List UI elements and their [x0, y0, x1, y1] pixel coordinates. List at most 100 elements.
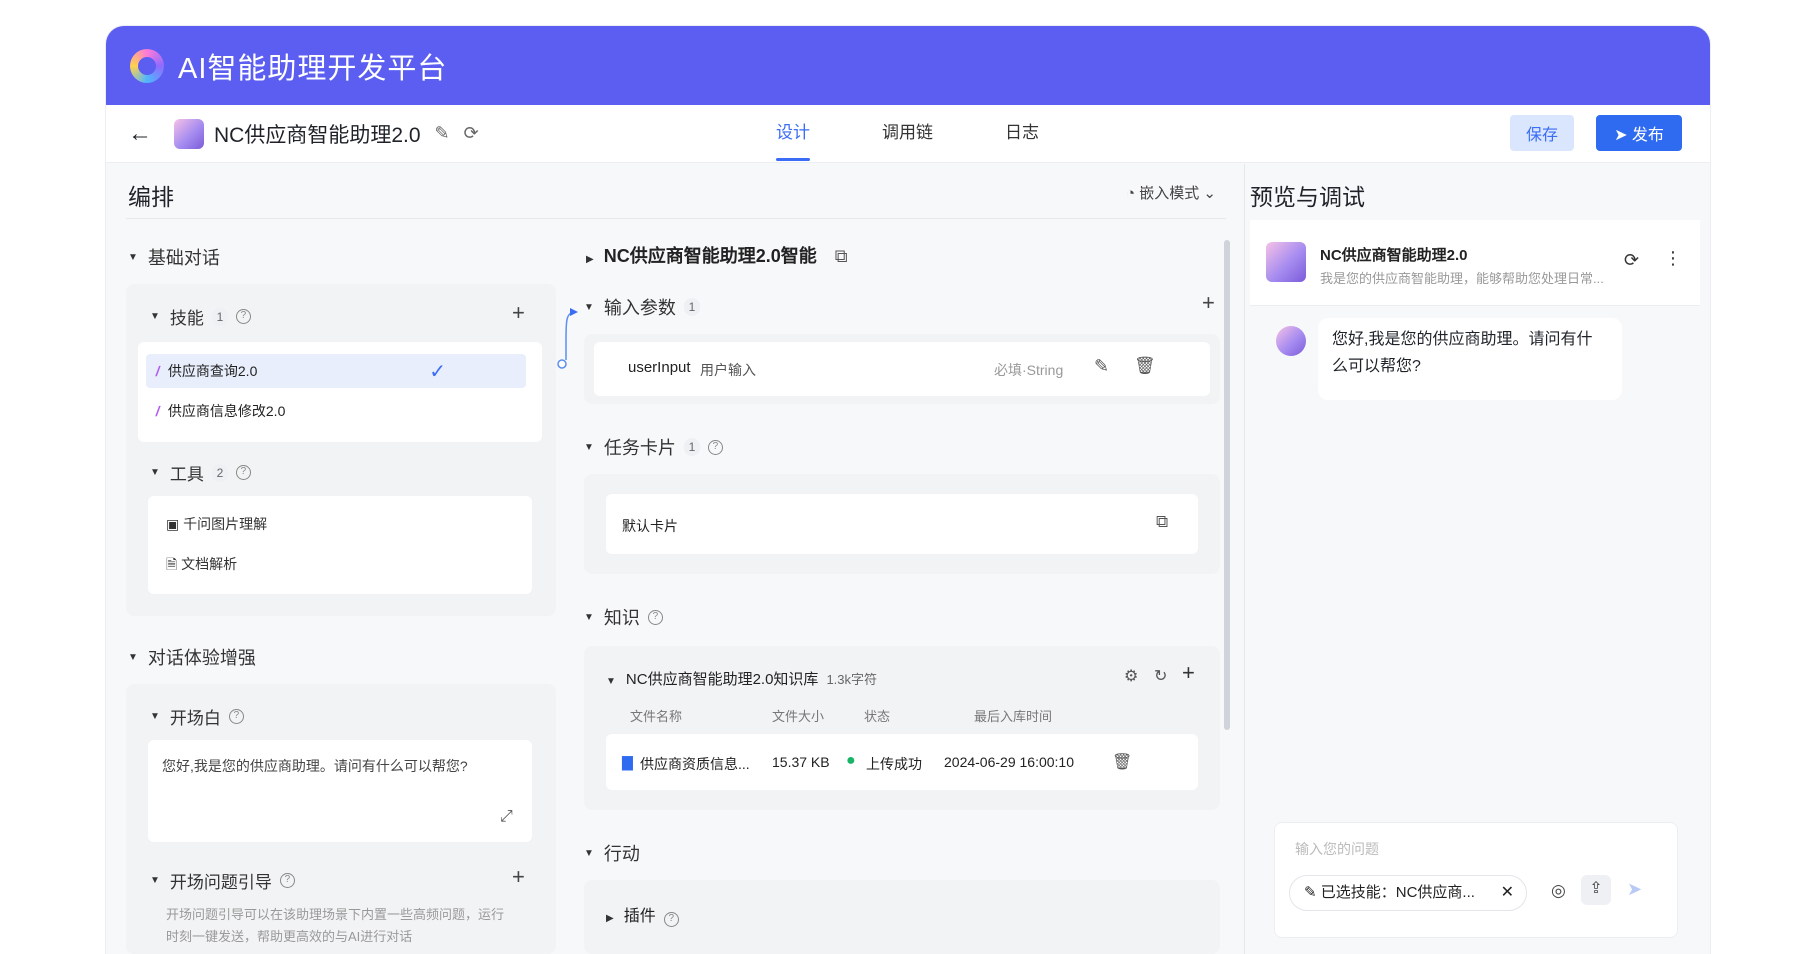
task-card-card: 默认卡片 ⧉ [584, 474, 1220, 574]
add-file-button[interactable]: + [1182, 660, 1195, 686]
table-row[interactable]: ▇ 供应商资质信息... 15.37 KB ● 上传成功 2024-06-29 … [606, 734, 1198, 790]
basic-dialog-header[interactable]: ▼ 基础对话 [128, 244, 220, 270]
refresh-icon[interactable]: ⟳ [1624, 250, 1639, 271]
selected-skill-chip[interactable]: ✎ 已选技能：NC供应商... ✕ [1289, 875, 1527, 911]
plugin-label: 插件 [623, 908, 656, 925]
back-arrow-icon[interactable]: ← [128, 120, 152, 148]
skills-header[interactable]: ▼ 技能 1? [150, 304, 251, 329]
close-icon[interactable]: ✕ [1501, 876, 1514, 910]
sync-icon[interactable]: ↻ [1154, 666, 1167, 686]
embed-mode-label: 嵌入模式 [1139, 185, 1200, 202]
add-skill-button[interactable]: + [512, 300, 525, 326]
upload-icon[interactable]: ⇪ [1581, 875, 1611, 905]
help-icon[interactable]: ? [279, 873, 295, 888]
flow-title-row[interactable]: ▶ NC供应商智能助理2.0智能 ⧉ [586, 242, 848, 268]
chat-input[interactable]: 输入您的问题 [1295, 839, 1379, 859]
kb-size: 1.3k字符 [826, 672, 878, 687]
platform-logo-icon [130, 48, 164, 83]
selected-skill-label: 已选技能：NC供应商... [1320, 884, 1475, 901]
knowledge-header[interactable]: ▼ 知识? [584, 604, 663, 630]
opening-text: 您好,我是您的供应商助理。请问有什么可以帮您? [162, 758, 468, 774]
open-link-icon[interactable]: ⧉ [1156, 512, 1168, 532]
help-icon[interactable]: ? [235, 309, 251, 324]
tool-item[interactable]: 🗎 文档解析 [166, 554, 237, 578]
tools-label: 工具 [169, 465, 204, 484]
collapse-icon: ▼ [128, 651, 138, 663]
input-params-card: userInput 用户输入 必填·String ✎ 🗑 [584, 334, 1220, 404]
default-card-label: 默认卡片 [622, 518, 678, 534]
input-params-header[interactable]: ▼ 输入参数 1 [584, 294, 700, 320]
publish-button[interactable]: ➤ 发布 [1596, 115, 1682, 151]
opening-textarea[interactable]: 您好,我是您的供应商助理。请问有什么可以帮您? ⤢ [148, 740, 532, 842]
open-link-icon[interactable]: ⧉ [835, 246, 848, 266]
basic-dialog-label: 基础对话 [147, 248, 220, 268]
param-row[interactable]: userInput 用户输入 必填·String ✎ 🗑 [594, 342, 1210, 396]
skills-count-badge: 1 [211, 307, 228, 326]
refresh-icon[interactable]: ⟳ [464, 123, 479, 144]
help-icon[interactable]: ? [707, 439, 723, 455]
enhance-label: 对话体验增强 [147, 648, 256, 668]
help-icon[interactable]: ? [647, 609, 663, 625]
file-name: 供应商资质信息... [640, 756, 750, 772]
document-icon: 🗎 [166, 556, 182, 572]
help-icon[interactable]: ? [663, 912, 679, 927]
action-header[interactable]: ▼ 行动 [584, 840, 640, 866]
add-param-button[interactable]: + [1202, 290, 1215, 316]
enhance-header[interactable]: ▼ 对话体验增强 [128, 644, 256, 670]
chevron-down-icon: ⌄ [1199, 185, 1216, 202]
settings-icon[interactable]: ⚙ [1124, 666, 1138, 686]
skill-item[interactable]: / 供应商查询2.0 ✓ [146, 354, 526, 388]
plugin-header[interactable]: ▶ 插件? [606, 902, 679, 927]
skill-item-label: 供应商查询2.0 [167, 363, 258, 379]
wand-icon: ✎ [1304, 884, 1321, 901]
opening-label: 开场白 [169, 709, 221, 728]
collapse-icon: ▼ [606, 676, 616, 687]
edit-icon[interactable]: ✎ [435, 123, 450, 144]
scrollbar[interactable] [1224, 240, 1230, 730]
embed-mode-select[interactable]: ◔ 嵌入模式 ⌄ [1126, 182, 1216, 203]
headset-icon[interactable]: ◎ [1551, 881, 1566, 901]
trash-icon[interactable]: 🗑 [1112, 752, 1132, 772]
mode-icon: ◔ [1126, 185, 1140, 202]
skill-item[interactable]: / 供应商信息修改2.0 [146, 394, 462, 428]
expand-icon[interactable]: ⤢ [500, 808, 513, 826]
collapse-icon: ▼ [150, 467, 160, 478]
kb-header[interactable]: ▼ NC供应商智能助理2.0知识库 1.3k字符 [606, 668, 877, 689]
tool-item-label: 千问图片理解 [183, 516, 268, 532]
knowledge-label: 知识 [603, 608, 640, 628]
task-card-count-badge: 1 [683, 438, 700, 456]
tools-count-badge: 2 [211, 463, 228, 482]
tab-design[interactable]: 设计 [776, 105, 810, 163]
more-icon[interactable]: ⋮ [1664, 248, 1682, 269]
default-card-row[interactable]: 默认卡片 ⧉ [606, 494, 1198, 554]
opening-guide-label: 开场问题引导 [169, 873, 272, 892]
param-type: 必填·String [994, 362, 1064, 378]
column-header: 文件大小 [772, 709, 825, 724]
add-question-button[interactable]: + [512, 864, 525, 890]
input-params-count-badge: 1 [683, 298, 700, 316]
file-icon: ▇ [622, 754, 633, 770]
opening-guide-header[interactable]: ▼ 开场问题引导? [150, 868, 295, 893]
tab-logs[interactable]: 日志 [1005, 105, 1039, 163]
bot-avatar [1276, 326, 1306, 356]
tools-header[interactable]: ▼ 工具 2? [150, 460, 251, 485]
arrange-title: 编排 [128, 184, 174, 210]
edit-icon[interactable]: ✎ [1094, 356, 1109, 377]
column-header: 文件名称 [630, 709, 683, 724]
save-button[interactable]: 保存 [1510, 115, 1574, 151]
collapse-icon: ▼ [584, 847, 594, 859]
skill-item-label: 供应商信息修改2.0 [167, 403, 286, 419]
help-icon[interactable]: ? [228, 709, 244, 724]
task-card-header[interactable]: ▼ 任务卡片 1? [584, 434, 723, 460]
tab-call-chain[interactable]: 调用链 [882, 105, 933, 163]
tool-item[interactable]: ▣ 千问图片理解 [166, 514, 267, 534]
expand-icon: ▶ [586, 254, 594, 265]
send-icon[interactable]: ➤ [1627, 879, 1642, 900]
help-icon[interactable]: ? [235, 465, 251, 480]
param-desc: 用户输入 [700, 362, 756, 378]
action-label: 行动 [603, 844, 640, 864]
trash-icon[interactable]: 🗑 [1134, 356, 1156, 376]
opening-header[interactable]: ▼ 开场白? [150, 704, 244, 729]
app-avatar [174, 118, 204, 149]
skill-icon: / [154, 363, 162, 379]
